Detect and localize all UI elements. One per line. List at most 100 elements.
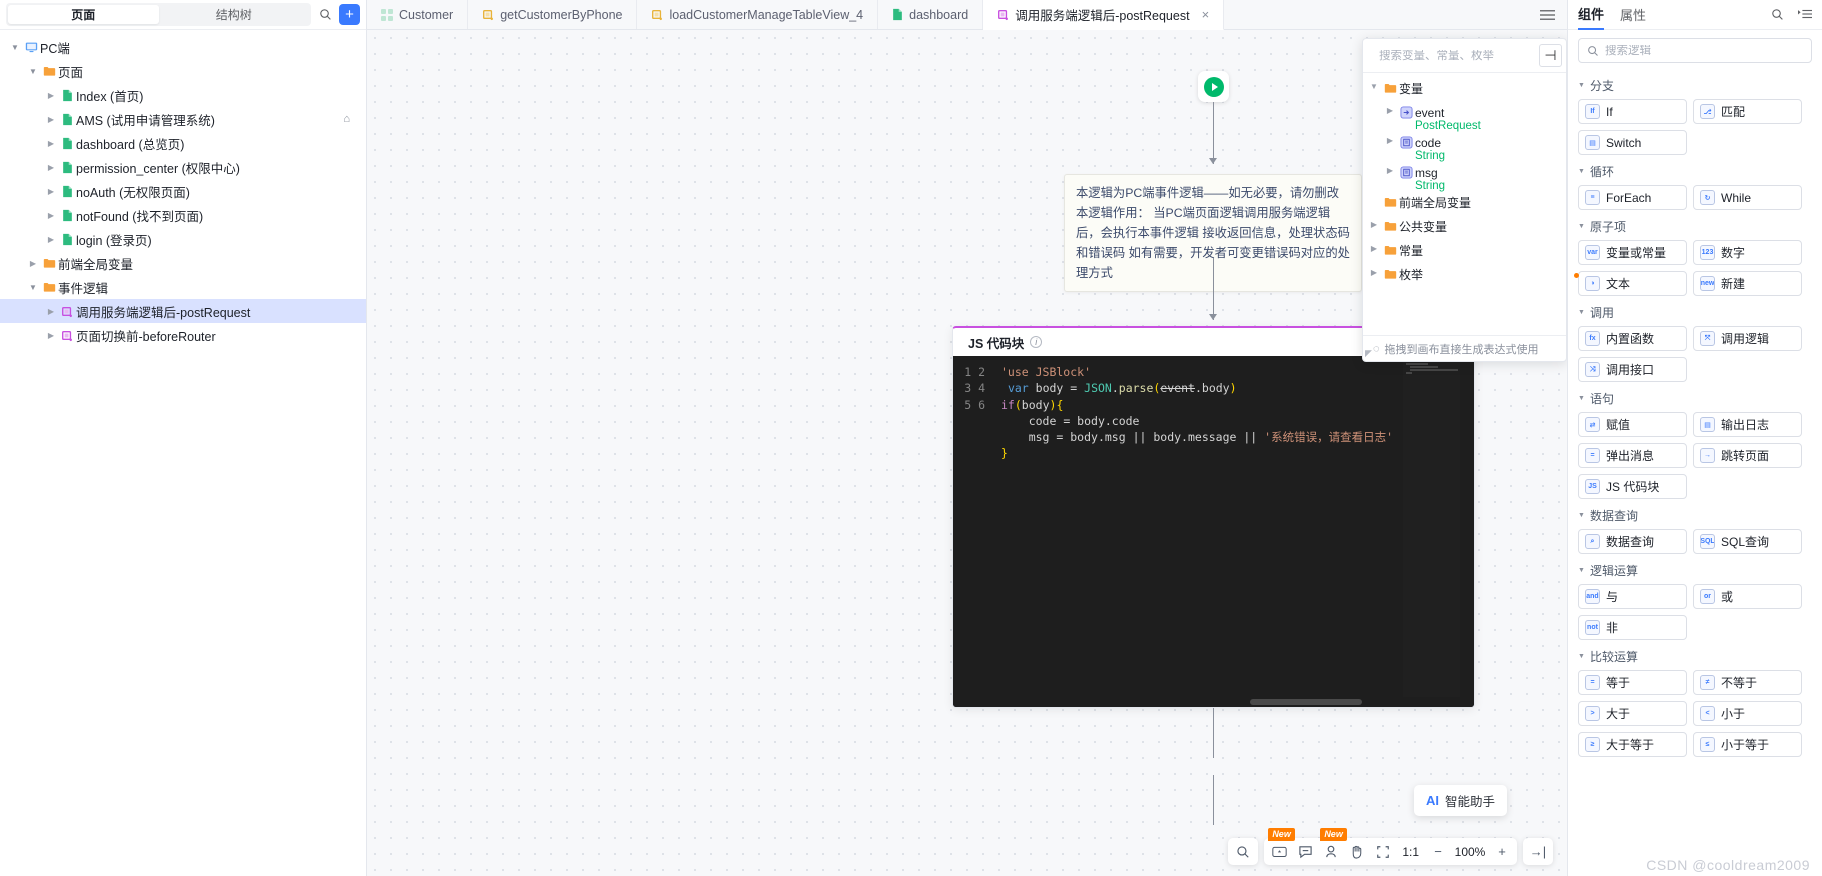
component-group-header[interactable]: ▼ 数据查询 xyxy=(1578,507,1812,524)
tree-item[interactable]: ▶ 页面切换前-beforeRouter xyxy=(0,323,366,347)
variables-search-input[interactable] xyxy=(1379,49,1533,62)
component-group-header[interactable]: ▼ 分支 xyxy=(1578,77,1812,94)
add-variable-button[interactable]: ⊣ xyxy=(1539,44,1562,67)
variable-toggle-icon[interactable]: ▶ xyxy=(1383,106,1397,115)
tree-toggle-icon[interactable]: ▶ xyxy=(44,139,58,148)
close-icon[interactable]: × xyxy=(1202,7,1210,22)
comment-icon[interactable] xyxy=(1292,839,1318,864)
search-icon[interactable] xyxy=(1230,839,1256,864)
component-chip[interactable]: → 跳转页面 xyxy=(1693,443,1802,468)
tree-item[interactable]: ▶ notFound (找不到页面) xyxy=(0,203,366,227)
component-group-header[interactable]: ▼ 原子项 xyxy=(1578,218,1812,235)
component-chip[interactable]: JS JS 代码块 xyxy=(1578,474,1687,499)
variable-toggle-icon[interactable]: ▶ xyxy=(1383,166,1397,175)
variable-item[interactable]: 前端全局变量 xyxy=(1363,193,1566,217)
editor-tab[interactable]: Customer xyxy=(367,0,469,29)
component-chip[interactable]: new 新建 xyxy=(1693,271,1802,296)
component-chip[interactable]: ⎇ 匹配 xyxy=(1693,99,1802,124)
component-chip[interactable]: ⇄ 赋值 xyxy=(1578,412,1687,437)
component-chip[interactable]: < 小于 xyxy=(1693,701,1802,726)
variable-item[interactable]: ▶ 常量 xyxy=(1363,241,1566,265)
tree-toggle-icon[interactable]: ▶ xyxy=(44,91,58,100)
tree-item[interactable]: ▶ noAuth (无权限页面) xyxy=(0,179,366,203)
info-icon[interactable]: i xyxy=(1030,336,1043,348)
variable-item[interactable]: ▼ 变量 xyxy=(1363,79,1566,103)
code-content[interactable]: 'use JSBlock' var body = JSON.parse(even… xyxy=(993,356,1474,707)
component-chip[interactable]: 123 数字 xyxy=(1693,240,1802,265)
js-code-block-node[interactable]: JS 代码块 i ▣ 1 2 3 4 5 6 'use JSBlock' var… xyxy=(952,326,1475,708)
variable-item[interactable]: ▶ msg String xyxy=(1363,163,1566,193)
component-chip[interactable]: ≠ 不等于 xyxy=(1693,670,1802,695)
tree-item[interactable]: ▼ 页面 xyxy=(0,59,366,83)
tab-pages[interactable]: 页面 xyxy=(8,5,159,24)
editor-tab[interactable]: getCustomerByPhone xyxy=(468,0,638,29)
zoom-in-button[interactable]: + xyxy=(1489,839,1515,864)
logic-search-input[interactable] xyxy=(1605,44,1803,57)
resize-grip-icon[interactable]: ◤ xyxy=(1365,348,1372,359)
variable-toggle-icon[interactable]: ▶ xyxy=(1367,244,1381,253)
tree-toggle-icon[interactable]: ▶ xyxy=(44,235,58,244)
tree-toggle-icon[interactable]: ▶ xyxy=(44,163,58,172)
variable-toggle-icon[interactable]: ▶ xyxy=(1367,268,1381,277)
component-chip[interactable]: = 弹出消息 xyxy=(1578,443,1687,468)
fit-icon[interactable] xyxy=(1370,839,1396,864)
tree-toggle-icon[interactable]: ▶ xyxy=(26,259,40,268)
hand-icon[interactable] xyxy=(1344,839,1370,864)
component-chip[interactable]: ≥ 大于等于 xyxy=(1578,732,1687,757)
component-chip[interactable]: not 非 xyxy=(1578,615,1687,640)
editor-tab[interactable]: 调用服务端逻辑后-postRequest × xyxy=(983,0,1225,30)
tab-components[interactable]: 组件 xyxy=(1578,0,1605,30)
tree-toggle-icon[interactable]: ▼ xyxy=(8,43,22,52)
minimap-icon[interactable]: New xyxy=(1266,828,1295,864)
component-chip[interactable]: ⌕ 数据查询 xyxy=(1578,529,1687,554)
component-chip[interactable]: ↻ While xyxy=(1693,185,1802,210)
component-chip[interactable]: ▤ Switch xyxy=(1578,130,1687,155)
add-button[interactable]: + xyxy=(339,4,360,25)
expand-panel-icon[interactable]: →| xyxy=(1525,839,1551,864)
tree-item[interactable]: ▶ AMS (试用申请管理系统) ⌂ xyxy=(0,107,366,131)
component-chip[interactable]: and 与 xyxy=(1578,584,1687,609)
component-chip[interactable]: > 大于 xyxy=(1578,701,1687,726)
flow-canvas[interactable]: 本逻辑为PC端事件逻辑——如无必要，请勿删改 本逻辑作用： 当PC端页面逻辑调用… xyxy=(367,30,1567,876)
component-group-header[interactable]: ▼ 调用 xyxy=(1578,304,1812,321)
tree-item[interactable]: ▶ 前端全局变量 xyxy=(0,251,366,275)
editor-horizontal-scrollbar[interactable] xyxy=(993,697,1460,707)
tree-toggle-icon[interactable]: ▶ xyxy=(44,307,58,316)
tree-toggle-icon[interactable]: ▶ xyxy=(44,187,58,196)
variable-item[interactable]: ▶ code String xyxy=(1363,133,1566,163)
variable-item[interactable]: ▶ event PostRequest xyxy=(1363,103,1566,133)
component-chip[interactable]: If If xyxy=(1578,99,1687,124)
start-node[interactable] xyxy=(1198,71,1229,102)
component-chip[interactable]: SQL SQL查询 xyxy=(1693,529,1802,554)
component-chip[interactable]: var 变量或常量 xyxy=(1578,240,1687,265)
tree-toggle-icon[interactable]: ▶ xyxy=(44,115,58,124)
code-editor[interactable]: 1 2 3 4 5 6 'use JSBlock' var body = JSO… xyxy=(953,356,1474,707)
ratio-button[interactable]: 1:1 xyxy=(1396,839,1425,864)
tree-item[interactable]: ▶ 调用服务端逻辑后-postRequest xyxy=(0,299,366,323)
editor-tab[interactable]: dashboard xyxy=(878,0,984,29)
tree-item[interactable]: ▶ Index (首页) xyxy=(0,83,366,107)
component-chip[interactable]: ◑ 文本 xyxy=(1574,271,1687,296)
component-group-header[interactable]: ▼ 比较运算 xyxy=(1578,648,1812,665)
variable-toggle-icon[interactable]: ▼ xyxy=(1367,82,1381,91)
component-group-header[interactable]: ▼ 逻辑运算 xyxy=(1578,562,1812,579)
tree-item[interactable]: ▶ permission_center (权限中心) xyxy=(0,155,366,179)
component-group-header[interactable]: ▼ 循环 xyxy=(1578,163,1812,180)
editor-tab[interactable]: loadCustomerManageTableView_4 xyxy=(637,0,879,29)
component-chip[interactable]: ▤ 输出日志 xyxy=(1693,412,1802,437)
tab-properties[interactable]: 属性 xyxy=(1620,0,1646,30)
tree-item[interactable]: ▶ dashboard (总览页) xyxy=(0,131,366,155)
component-chip[interactable]: ⤨ 调用接口 xyxy=(1578,357,1687,382)
tree-toggle-icon[interactable]: ▼ xyxy=(26,67,40,76)
tabs-menu-button[interactable] xyxy=(1528,0,1567,29)
tree-toggle-icon[interactable]: ▼ xyxy=(26,283,40,292)
variable-item[interactable]: ▶ 枚举 xyxy=(1363,265,1566,289)
tab-structure-tree[interactable]: 结构树 xyxy=(159,5,310,24)
editor-minimap[interactable] xyxy=(1403,356,1460,707)
variable-toggle-icon[interactable]: ▶ xyxy=(1383,136,1397,145)
component-chip[interactable]: ≤ 小于等于 xyxy=(1693,732,1802,757)
zoom-out-button[interactable]: − xyxy=(1425,839,1451,864)
tree-toggle-icon[interactable]: ▶ xyxy=(44,211,58,220)
home-icon[interactable]: ⌂ xyxy=(343,113,350,125)
tree-item[interactable]: ▼ 事件逻辑 xyxy=(0,275,366,299)
